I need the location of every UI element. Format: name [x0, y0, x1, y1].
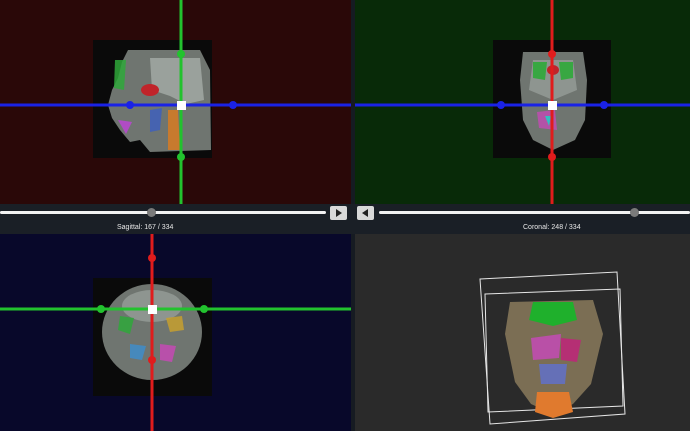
coronal-prev-button[interactable] — [357, 206, 374, 220]
axial-view[interactable] — [0, 234, 351, 431]
axial-vertical-handle-top[interactable] — [148, 254, 156, 262]
coronal-crosshair-center[interactable] — [548, 101, 557, 110]
sagittal-next-button[interactable] — [330, 206, 347, 220]
coronal-green-segment-left — [533, 62, 547, 80]
axial-vertical-handle-bottom[interactable] — [148, 356, 156, 364]
coronal-vertical-handle-bottom[interactable] — [548, 153, 556, 161]
sagittal-crosshair-center[interactable] — [177, 101, 186, 110]
coronal-horizontal-handle-left[interactable] — [497, 101, 505, 109]
coronal-view[interactable] — [355, 0, 690, 204]
sagittal-vertical-handle-top[interactable] — [177, 50, 185, 58]
3d-render-canvas[interactable] — [355, 234, 690, 431]
sagittal-view[interactable] — [0, 0, 351, 204]
coronal-slice-label: Coronal: 248 / 334 — [523, 224, 581, 231]
sagittal-slice-slider[interactable] — [0, 211, 326, 214]
sagittal-vertical-handle-bottom[interactable] — [177, 153, 185, 161]
sagittal-slice-label: Sagittal: 167 / 334 — [117, 224, 174, 231]
coronal-horizontal-handle-right[interactable] — [600, 101, 608, 109]
sagittal-spine-segment — [168, 110, 180, 150]
coronal-green-segment-right — [559, 62, 573, 80]
sagittal-green-segment — [114, 60, 126, 90]
axial-crosshair-center[interactable] — [148, 305, 157, 314]
sagittal-canvas[interactable] — [0, 0, 351, 204]
3d-blue-segment — [539, 364, 567, 384]
coronal-vertical-handle-top[interactable] — [548, 50, 556, 58]
axial-horizontal-handle-left[interactable] — [97, 305, 105, 313]
play-triangle-left-icon — [362, 209, 368, 217]
sagittal-horizontal-handle-right[interactable] — [229, 101, 237, 109]
3d-render-view[interactable] — [355, 234, 690, 431]
axial-canvas[interactable] — [0, 234, 351, 431]
coronal-canvas[interactable] — [355, 0, 690, 204]
coronal-slice-slider[interactable] — [379, 211, 690, 214]
play-triangle-right-icon — [336, 209, 342, 217]
coronal-slider-thumb[interactable] — [630, 208, 639, 217]
axial-horizontal-handle-right[interactable] — [200, 305, 208, 313]
sagittal-red-segment — [141, 84, 159, 96]
3d-purple-segment — [531, 334, 561, 360]
sagittal-slider-thumb[interactable] — [147, 208, 156, 217]
3d-orange-segment — [535, 392, 573, 418]
sagittal-horizontal-handle-left[interactable] — [126, 101, 134, 109]
